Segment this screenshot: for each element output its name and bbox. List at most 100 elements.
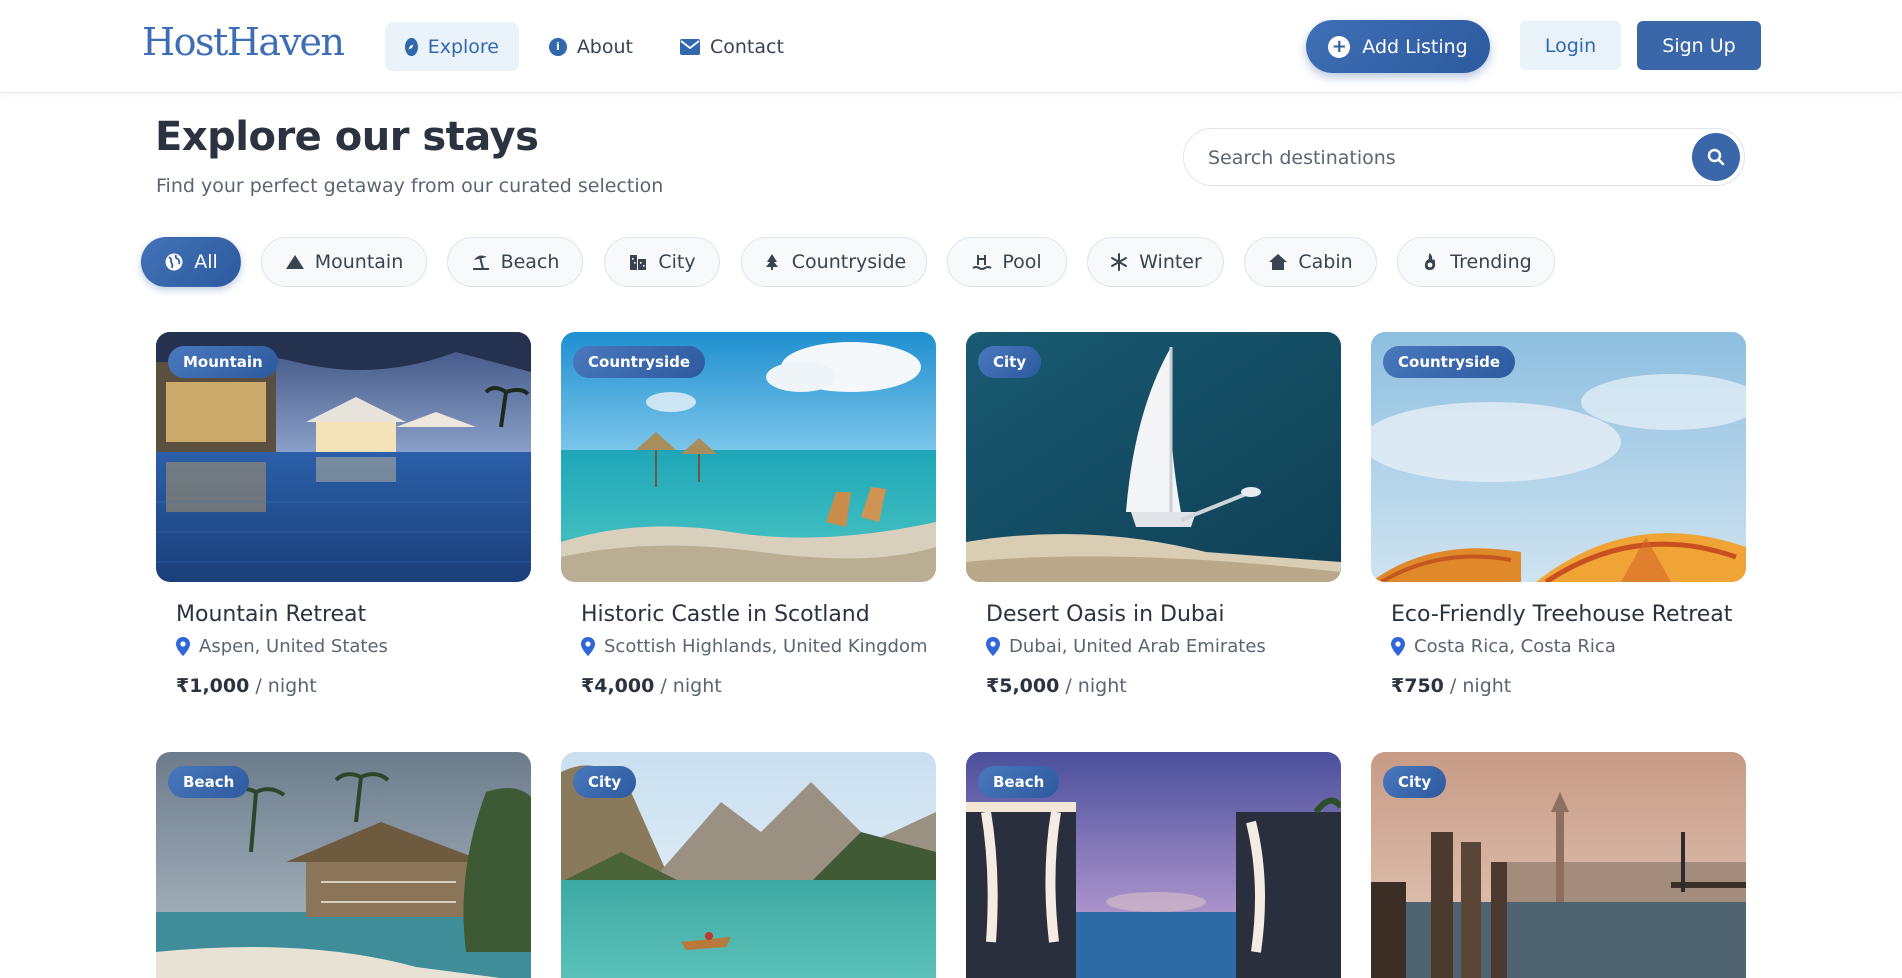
- category-badge: City: [978, 346, 1042, 378]
- listing-price: ₹750 / night: [1391, 675, 1511, 697]
- filter-chip-city[interactable]: City: [604, 237, 720, 287]
- listing-location: Dubai, United Arab Emirates: [986, 636, 1266, 657]
- search-button[interactable]: [1692, 133, 1740, 181]
- search-input[interactable]: [1208, 143, 1648, 173]
- category-badge: City: [1383, 766, 1447, 798]
- location-pin-icon: [986, 637, 1000, 656]
- category-badge: Mountain: [168, 346, 278, 378]
- brand-logo[interactable]: HostHaven: [142, 20, 345, 64]
- listing-location-text: Scottish Highlands, United Kingdom: [604, 636, 928, 657]
- listing-card[interactable]: Beach: [966, 752, 1341, 978]
- listing-title[interactable]: Historic Castle in Scotland: [581, 602, 870, 627]
- price-unit: / night: [249, 675, 317, 697]
- pool-icon: [972, 255, 992, 270]
- fire-icon: [1425, 253, 1436, 270]
- listing-title[interactable]: Eco-Friendly Treehouse Retreat: [1391, 602, 1732, 627]
- price-unit: / night: [654, 675, 722, 697]
- category-badge: Countryside: [573, 346, 705, 378]
- search-icon: [1707, 148, 1725, 166]
- page-title: Explore our stays: [155, 114, 539, 160]
- listing-title[interactable]: Mountain Retreat: [176, 602, 366, 627]
- filter-chip-mountain[interactable]: Mountain: [261, 237, 427, 287]
- listing-card[interactable]: Countryside Historic Castle in Scotland …: [561, 332, 936, 712]
- listing-location-text: Costa Rica, Costa Rica: [1414, 636, 1616, 657]
- search-bar: [1183, 128, 1745, 186]
- top-navbar: HostHaven Explore i About Contact + Add …: [0, 0, 1902, 93]
- listing-image[interactable]: Mountain: [156, 332, 531, 582]
- mountain-icon: [285, 255, 304, 269]
- filter-chip-label: All: [194, 251, 218, 273]
- listing-card[interactable]: Mountain Mountain Retreat Aspen, United …: [156, 332, 531, 712]
- listing-price: ₹1,000 / night: [176, 675, 317, 697]
- listing-location: Costa Rica, Costa Rica: [1391, 636, 1616, 657]
- page-subtitle: Find your perfect getaway from our curat…: [156, 175, 664, 197]
- location-pin-icon: [581, 637, 595, 656]
- listing-image[interactable]: Countryside: [1371, 332, 1746, 582]
- signup-button[interactable]: Sign Up: [1637, 21, 1761, 70]
- filter-chip-all[interactable]: All: [141, 237, 241, 287]
- filter-chip-label: Cabin: [1298, 251, 1353, 273]
- umbrella-beach-icon: [472, 255, 489, 270]
- add-listing-button[interactable]: + Add Listing: [1306, 20, 1490, 73]
- category-badge: Beach: [168, 766, 250, 798]
- info-icon: i: [549, 37, 567, 56]
- listing-card[interactable]: Countryside Eco-Friendly Treehouse Retre…: [1371, 332, 1746, 712]
- nav-about-label: About: [576, 35, 633, 58]
- price-unit: / night: [1443, 675, 1512, 697]
- city-icon: [630, 255, 647, 270]
- filter-chip-label: Pool: [1002, 251, 1042, 273]
- listing-image[interactable]: City: [966, 332, 1341, 582]
- listing-location: Aspen, United States: [176, 636, 388, 657]
- listing-card[interactable]: City: [1371, 752, 1746, 978]
- price-unit: / night: [1059, 675, 1127, 697]
- price-amount: ₹4,000: [581, 675, 655, 697]
- category-badge: City: [573, 766, 637, 798]
- filter-chip-label: Mountain: [314, 251, 404, 273]
- listing-price: ₹4,000 / night: [581, 675, 722, 697]
- filter-chip-countryside[interactable]: Countryside: [741, 237, 927, 287]
- snowflake-icon: [1111, 253, 1128, 271]
- listing-image[interactable]: City: [1371, 752, 1746, 978]
- price-amount: ₹1,000: [176, 675, 250, 697]
- add-listing-label: Add Listing: [1362, 35, 1468, 58]
- envelope-icon: [680, 38, 700, 55]
- category-badge: Countryside: [1383, 346, 1515, 378]
- listing-price: ₹5,000 / night: [986, 675, 1127, 697]
- compass-icon: [405, 37, 418, 56]
- location-pin-icon: [176, 637, 190, 656]
- listing-card[interactable]: City Desert Oasis in Dubai Dubai, United…: [966, 332, 1341, 712]
- login-button[interactable]: Login: [1520, 21, 1621, 70]
- listing-image[interactable]: Beach: [966, 752, 1341, 978]
- filter-chip-beach[interactable]: Beach: [447, 237, 583, 287]
- plus-icon: +: [1328, 35, 1351, 58]
- filter-chip-winter[interactable]: Winter: [1087, 237, 1224, 287]
- house-icon: [1269, 254, 1288, 270]
- filter-chip-label: City: [658, 251, 696, 273]
- nav-explore-label: Explore: [427, 35, 499, 58]
- listing-card[interactable]: Beach: [156, 752, 531, 978]
- location-pin-icon: [1391, 637, 1405, 656]
- nav-contact-label: Contact: [710, 35, 784, 58]
- filter-chip-pool[interactable]: Pool: [947, 237, 1067, 287]
- listing-location-text: Dubai, United Arab Emirates: [1009, 636, 1266, 657]
- listing-location: Scottish Highlands, United Kingdom: [581, 636, 928, 657]
- price-amount: ₹750: [1391, 675, 1444, 697]
- nav-explore[interactable]: Explore: [385, 22, 519, 71]
- listing-image[interactable]: Countryside: [561, 332, 936, 582]
- listing-title[interactable]: Desert Oasis in Dubai: [986, 602, 1224, 627]
- listing-location-text: Aspen, United States: [199, 636, 388, 657]
- tree-icon: [765, 254, 778, 270]
- filter-chip-cabin[interactable]: Cabin: [1244, 237, 1377, 287]
- listing-image[interactable]: Beach: [156, 752, 531, 978]
- listing-image[interactable]: City: [561, 752, 936, 978]
- nav-about[interactable]: i About: [529, 22, 653, 71]
- filter-chip-trending[interactable]: Trending: [1397, 237, 1555, 287]
- price-amount: ₹5,000: [986, 675, 1060, 697]
- filter-chip-label: Countryside: [791, 251, 907, 273]
- filter-chip-label: Beach: [500, 251, 560, 273]
- category-badge: Beach: [978, 766, 1060, 798]
- filter-chip-label: Trending: [1450, 251, 1532, 273]
- listing-card[interactable]: City: [561, 752, 936, 978]
- globe-icon: [165, 253, 183, 271]
- nav-contact[interactable]: Contact: [660, 22, 802, 71]
